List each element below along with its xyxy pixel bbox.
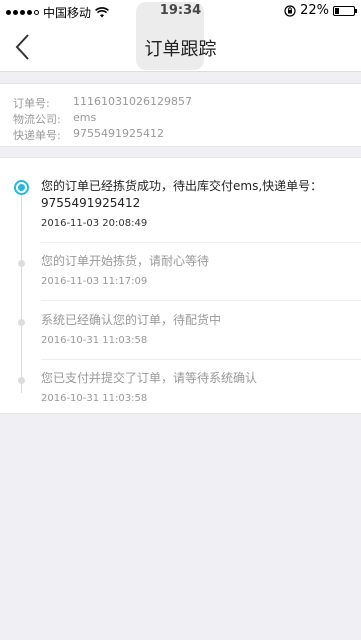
tracking-number-row: 快递单号: 9755491925412 bbox=[13, 127, 164, 143]
timeline-step-time: 2016-10-31 11:03:58 bbox=[41, 335, 148, 346]
timeline-step-message: 您已支付并提交了订单，请等待系统确认 bbox=[41, 371, 258, 385]
timeline-divider bbox=[41, 242, 361, 243]
timeline-line bbox=[21, 188, 22, 393]
timeline-step-time: 2016-11-03 20:08:49 bbox=[41, 218, 148, 229]
timeline-divider bbox=[41, 359, 361, 360]
timeline-node-current bbox=[14, 180, 29, 195]
timeline-step-time: 2016-11-03 11:17:09 bbox=[41, 276, 148, 287]
carrier-company-row: 物流公司: ems bbox=[13, 111, 96, 127]
tracking-number-value: 9755491925412 bbox=[73, 127, 164, 140]
page-title: 订单跟踪 bbox=[144, 39, 217, 60]
battery-icon bbox=[333, 5, 357, 16]
timeline-node bbox=[18, 260, 25, 267]
order-info-card: 订单号: 11161031026129857 物流公司: ems 快递单号: 9… bbox=[0, 83, 361, 147]
timeline-step: 您已支付并提交了订单，请等待系统确认 2016-10-31 11:03:58 bbox=[41, 370, 341, 404]
timeline-step-time: 2016-10-31 11:03:58 bbox=[41, 393, 148, 404]
battery-percent: 22% bbox=[300, 3, 329, 18]
timeline-node bbox=[18, 319, 25, 326]
carrier-company-value: ems bbox=[73, 111, 97, 124]
timeline-divider bbox=[41, 300, 361, 301]
navigation-bar: 订单跟踪 bbox=[0, 2, 361, 72]
timeline-node bbox=[18, 377, 25, 384]
battery-fill bbox=[335, 7, 339, 14]
order-number-row: 订单号: 11161031026129857 bbox=[13, 95, 192, 111]
timeline-step: 您的订单开始拣货，请耐心等待 2016-11-03 11:17:09 bbox=[41, 253, 341, 287]
timeline-step-message: 您的订单开始拣货，请耐心等待 bbox=[41, 254, 210, 268]
status-right: 22% bbox=[284, 3, 357, 18]
rotation-lock-icon bbox=[284, 4, 296, 17]
order-number-value: 11161031026129857 bbox=[73, 95, 192, 108]
timeline-step-message: 您的订单已经拣货成功，待出库交付ems,快递单号：9755491925412 bbox=[41, 179, 323, 210]
tracking-timeline: 您的订单已经拣货成功，待出库交付ems,快递单号：9755491925412 2… bbox=[0, 157, 361, 414]
timeline-step: 系统已经确认您的订单，待配货中 2016-10-31 11:03:58 bbox=[41, 312, 341, 346]
carrier-company-label: 物流公司: bbox=[13, 113, 61, 126]
timeline-step: 您的订单已经拣货成功，待出库交付ems,快递单号：9755491925412 2… bbox=[41, 178, 341, 229]
order-number-label: 订单号: bbox=[13, 97, 50, 110]
timeline-step-message: 系统已经确认您的订单，待配货中 bbox=[41, 313, 222, 327]
tracking-number-label: 快递单号: bbox=[13, 129, 61, 142]
